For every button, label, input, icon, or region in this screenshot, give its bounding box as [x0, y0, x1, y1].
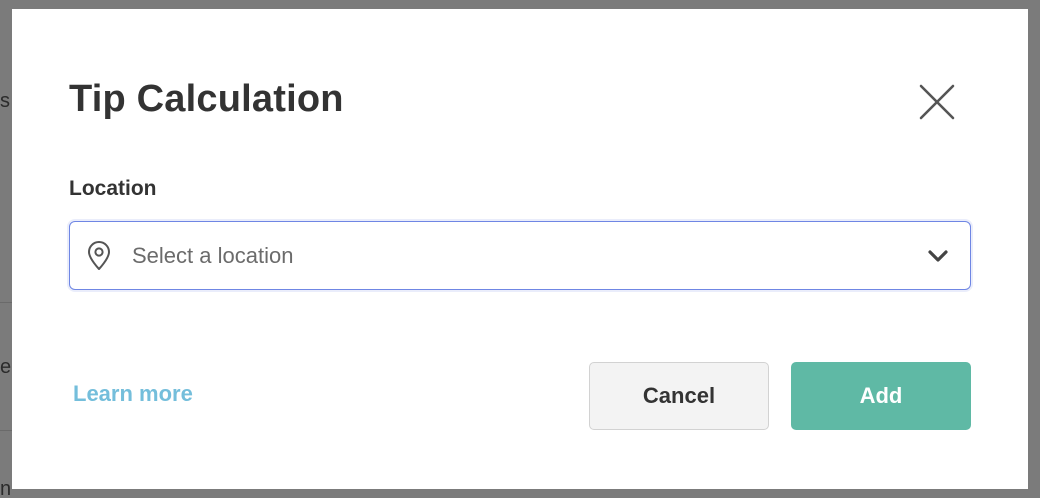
chevron-down-icon: [928, 250, 948, 262]
add-button-label: Add: [859, 383, 903, 408]
location-select[interactable]: Select a location: [69, 221, 971, 290]
background-text-fragment: n: [0, 478, 12, 498]
learn-more-link[interactable]: Learn more: [73, 380, 193, 408]
close-button[interactable]: [916, 81, 958, 123]
background-divider: [0, 302, 12, 303]
cancel-button-label: Cancel: [642, 383, 716, 408]
add-button[interactable]: Add: [791, 362, 971, 430]
tip-calculation-dialog: Tip Calculation Location Select a locati…: [12, 9, 1028, 489]
background-divider: [0, 430, 12, 431]
location-select-placeholder: Select a location: [132, 243, 294, 268]
background-text-fragment: s: [0, 90, 10, 112]
dialog-title: Tip Calculation: [69, 78, 344, 120]
close-icon: [919, 84, 955, 120]
location-label: Location: [69, 177, 157, 200]
background-text-fragment: e: [0, 356, 12, 378]
map-pin-icon: [88, 241, 110, 270]
cancel-button[interactable]: Cancel: [589, 362, 769, 430]
